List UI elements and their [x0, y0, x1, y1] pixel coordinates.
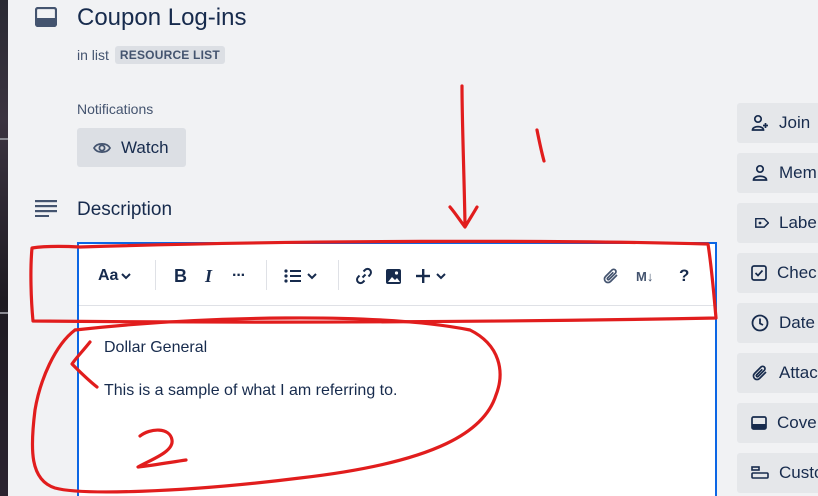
- list-name-badge[interactable]: RESOURCE LIST: [114, 46, 225, 64]
- cover-label: Cove: [777, 413, 817, 432]
- help-label: ?: [679, 266, 690, 285]
- join-button[interactable]: Join: [737, 103, 818, 143]
- insert-dropdown[interactable]: [415, 264, 447, 288]
- checklist-button[interactable]: Chec: [737, 253, 818, 293]
- description-icon: [35, 200, 57, 217]
- toolbar-divider: [338, 260, 339, 290]
- markdown-button[interactable]: M↓: [636, 264, 653, 288]
- link-icon: [356, 267, 372, 285]
- person-icon: [752, 164, 768, 181]
- cover-button[interactable]: Cove: [737, 403, 818, 443]
- editor-line: Dollar General: [104, 339, 208, 356]
- checklist-label: Chec: [777, 263, 817, 282]
- text-style-label: Aa: [98, 267, 119, 284]
- window-edge: [0, 0, 8, 496]
- in-list-prefix: in list: [77, 47, 109, 63]
- custom-fields-icon: [751, 466, 769, 479]
- join-label: Join: [779, 113, 811, 132]
- dates-label: Date: [779, 313, 815, 332]
- clock-icon: [751, 314, 769, 332]
- add-person-icon: [751, 114, 768, 131]
- dates-button[interactable]: Date: [737, 303, 818, 343]
- help-button[interactable]: ?: [679, 264, 689, 288]
- attachment-sidebar-button[interactable]: Attac: [737, 353, 818, 393]
- more-formatting-label: ···: [232, 267, 246, 284]
- italic-button[interactable]: I: [205, 264, 212, 288]
- watch-label: Watch: [121, 137, 169, 157]
- card-icon: [35, 7, 57, 27]
- eye-icon: [93, 142, 111, 153]
- toolbar-divider: [266, 260, 267, 290]
- description-title: Description: [77, 199, 173, 220]
- image-button[interactable]: [385, 264, 402, 288]
- link-button[interactable]: [355, 264, 373, 288]
- attachment-label: Attac: [779, 363, 818, 382]
- bold-label: B: [174, 265, 187, 286]
- annotation-arrow: [448, 84, 479, 229]
- chevron-down-icon: [307, 273, 317, 280]
- chevron-down-icon: [121, 273, 132, 280]
- markdown-label: M↓: [636, 268, 654, 284]
- italic-label: I: [205, 265, 213, 286]
- notifications-label: Notifications: [77, 101, 154, 117]
- editor-line: This is a sample of what I am referring …: [104, 382, 398, 399]
- cover-icon: [751, 416, 767, 430]
- members-label: Mem: [779, 163, 817, 182]
- editor-toolbar: Aa B I ··· M↓ ?: [79, 244, 715, 306]
- card-title[interactable]: Coupon Log-ins: [77, 4, 246, 32]
- chevron-down-icon: [436, 273, 446, 280]
- image-icon: [386, 268, 401, 284]
- labels-button[interactable]: Labe: [737, 203, 818, 243]
- plus-icon: [416, 269, 430, 283]
- label-icon: [755, 217, 769, 228]
- paperclip-icon: [603, 268, 618, 284]
- description-editor[interactable]: Aa B I ··· M↓ ? Dollar General This is a…: [77, 242, 717, 496]
- list-breadcrumb: in list RESOURCE LIST: [77, 46, 225, 64]
- custom-fields-label: Custo: [779, 463, 818, 482]
- checkbox-icon: [751, 265, 767, 281]
- list-dropdown[interactable]: [284, 264, 318, 288]
- watch-button[interactable]: Watch: [77, 128, 186, 167]
- edge-divider: [0, 312, 8, 314]
- labels-label: Labe: [779, 213, 817, 232]
- toolbar-divider: [155, 260, 156, 290]
- bullet-list-icon: [284, 269, 301, 283]
- more-formatting-button[interactable]: ···: [232, 264, 246, 288]
- edge-divider: [0, 138, 8, 140]
- bold-button[interactable]: B: [174, 264, 187, 288]
- attachment-button[interactable]: [602, 264, 620, 288]
- custom-fields-button[interactable]: Custo: [737, 453, 818, 493]
- paperclip-icon: [752, 365, 767, 381]
- members-button[interactable]: Mem: [737, 153, 818, 193]
- text-style-dropdown[interactable]: Aa: [98, 264, 132, 288]
- annotation-number-1: [535, 128, 546, 163]
